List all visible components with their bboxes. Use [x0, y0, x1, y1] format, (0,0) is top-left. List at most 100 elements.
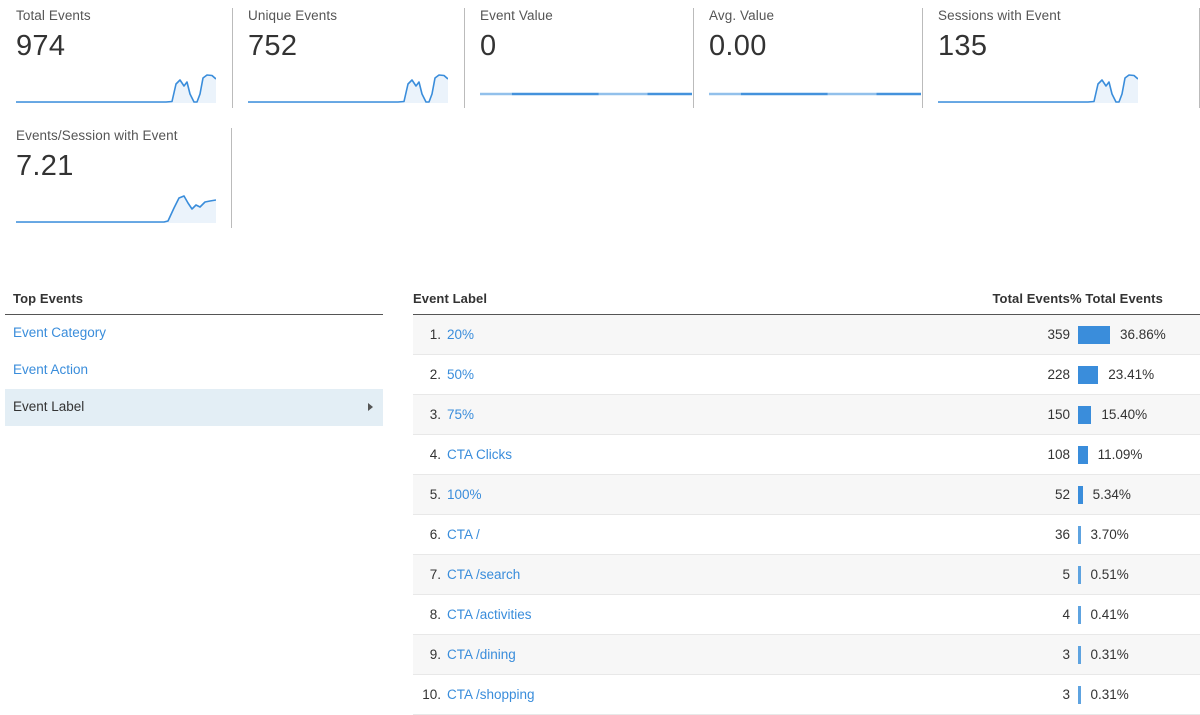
cell-total-events: 3 — [948, 674, 1070, 715]
events-table-head: Event Label Total Events % Total Events — [413, 285, 1200, 315]
top-events-item-event-category[interactable]: Event Category — [5, 315, 383, 352]
cell-pct-total-events: 0.31% — [1070, 634, 1200, 675]
cell-total-events: 150 — [948, 394, 1070, 435]
table-row[interactable]: 5. 100% 52 5.34% — [413, 474, 1200, 515]
pct-value: 0.41% — [1090, 607, 1129, 622]
pct-bar — [1078, 485, 1083, 504]
scorecard-row-1: Total Events 974 Unique Events 752 Event… — [0, 0, 1200, 120]
cell-pct-total-events: 0.41% — [1070, 594, 1200, 635]
event-label-link[interactable]: 100% — [447, 487, 482, 502]
scorecard-events-per-session[interactable]: Events/Session with Event 7.21 — [0, 120, 232, 240]
table-row[interactable]: 6. CTA / 36 3.70% — [413, 514, 1200, 555]
table-row[interactable]: 2. 50% 228 23.41% — [413, 354, 1200, 395]
sparkline-avg-value — [709, 72, 921, 106]
cell-total-events: 3 — [948, 634, 1070, 675]
pct-bar — [1078, 365, 1099, 384]
scorecard-row-2: Events/Session with Event 7.21 — [0, 120, 1200, 240]
column-header-total-events[interactable]: Total Events — [948, 285, 1070, 315]
top-events-item-label: Event Category — [13, 325, 107, 340]
row-rank: 3. — [429, 407, 441, 422]
cell-total-events: 4 — [948, 594, 1070, 635]
top-events-item-label: Event Action — [13, 362, 89, 377]
event-label-link[interactable]: CTA /search — [447, 567, 520, 582]
sparkline-event-value — [480, 72, 692, 106]
scorecard-event-value[interactable]: Event Value 0 — [464, 0, 693, 120]
event-label-link[interactable]: CTA /activities — [447, 607, 532, 622]
event-label-link[interactable]: 50% — [447, 367, 474, 382]
row-rank: 7. — [429, 567, 441, 582]
cell-event-label: 6. CTA / — [413, 514, 948, 555]
events-table-body: 1. 20% 359 36.86% 2. 50% 228 23.41% 3. 75% 150 15.4… — [413, 314, 1200, 715]
row-rank: 10. — [422, 687, 441, 702]
table-row[interactable]: 3. 75% 150 15.40% — [413, 394, 1200, 435]
cell-total-events: 36 — [948, 514, 1070, 555]
cell-pct-total-events: 36.86% — [1070, 314, 1200, 355]
pct-bar — [1078, 645, 1081, 664]
pct-bar — [1078, 405, 1092, 424]
scorecard-label: Sessions with Event — [938, 8, 1061, 23]
pct-value: 0.31% — [1090, 647, 1129, 662]
pct-value: 11.09% — [1097, 447, 1143, 462]
top-events-item-label: Event Label — [13, 399, 85, 414]
cell-pct-total-events: 3.70% — [1070, 514, 1200, 555]
table-row[interactable]: 10. CTA /shopping 3 0.31% — [413, 674, 1200, 715]
row-rank: 4. — [429, 447, 441, 462]
scorecard-value: 135 — [938, 30, 988, 62]
pct-value: 0.51% — [1090, 567, 1129, 582]
cell-total-events: 52 — [948, 474, 1070, 515]
scorecard-value: 752 — [248, 30, 298, 62]
table-row[interactable]: 4. CTA Clicks 108 11.09% — [413, 434, 1200, 475]
table-header-row: Event Label Total Events % Total Events — [413, 285, 1200, 315]
event-label-link[interactable]: CTA / — [447, 527, 480, 542]
row-rank: 5. — [429, 487, 441, 502]
top-events-panel: Top Events Event Category Event Action Eve… — [5, 285, 383, 426]
row-rank: 9. — [429, 647, 441, 662]
pct-value: 5.34% — [1092, 487, 1131, 502]
scorecard-unique-events[interactable]: Unique Events 752 — [232, 0, 464, 120]
cell-total-events: 228 — [948, 354, 1070, 395]
scorecard-sessions-with-event[interactable]: Sessions with Event 135 — [922, 0, 1200, 120]
pct-value: 15.40% — [1101, 407, 1148, 422]
cell-pct-total-events: 0.51% — [1070, 554, 1200, 595]
event-label-link[interactable]: CTA Clicks — [447, 447, 512, 462]
table-row[interactable]: 9. CTA /dining 3 0.31% — [413, 634, 1200, 675]
sparkline-events-per-session — [16, 192, 216, 226]
pct-value: 3.70% — [1090, 527, 1129, 542]
top-events-item-event-action[interactable]: Event Action — [5, 352, 383, 389]
row-rank: 2. — [429, 367, 441, 382]
chevron-right-icon — [368, 403, 373, 411]
table-row[interactable]: 7. CTA /search 5 0.51% — [413, 554, 1200, 595]
cell-event-label: 4. CTA Clicks — [413, 434, 948, 475]
sparkline-sessions-with-event — [938, 72, 1138, 106]
column-header-event-label[interactable]: Event Label — [413, 285, 948, 315]
cell-event-label: 8. CTA /activities — [413, 594, 948, 635]
event-label-link[interactable]: CTA /shopping — [447, 687, 535, 702]
scorecard-value: 7.21 — [16, 150, 74, 182]
event-label-link[interactable]: 75% — [447, 407, 474, 422]
pct-bar — [1078, 525, 1081, 544]
cell-pct-total-events: 5.34% — [1070, 474, 1200, 515]
pct-value: 23.41% — [1108, 367, 1155, 382]
pct-value: 36.86% — [1120, 327, 1166, 342]
event-label-link[interactable]: 20% — [447, 327, 474, 342]
table-row[interactable]: 1. 20% 359 36.86% — [413, 314, 1200, 355]
cell-event-label: 2. 50% — [413, 354, 948, 395]
table-row[interactable]: 8. CTA /activities 4 0.41% — [413, 594, 1200, 635]
scorecard-avg-value[interactable]: Avg. Value 0.00 — [693, 0, 922, 120]
events-table: Event Label Total Events % Total Events … — [413, 285, 1200, 715]
scorecard-label: Avg. Value — [709, 8, 775, 23]
cell-event-label: 5. 100% — [413, 474, 948, 515]
row-rank: 6. — [429, 527, 441, 542]
scorecard-value: 0 — [480, 30, 497, 62]
column-header-pct-total-events[interactable]: % Total Events — [1070, 285, 1200, 315]
scorecard-value: 974 — [16, 30, 66, 62]
top-events-item-event-label[interactable]: Event Label — [5, 389, 383, 426]
scorecard-total-events[interactable]: Total Events 974 — [0, 0, 232, 120]
scorecard-value: 0.00 — [709, 30, 767, 62]
pct-bar — [1078, 685, 1081, 704]
scorecard-label: Events/Session with Event — [16, 128, 178, 143]
cell-pct-total-events: 23.41% — [1070, 354, 1200, 395]
event-label-link[interactable]: CTA /dining — [447, 647, 516, 662]
cell-event-label: 10. CTA /shopping — [413, 674, 948, 715]
sparkline-total-events — [16, 72, 216, 106]
